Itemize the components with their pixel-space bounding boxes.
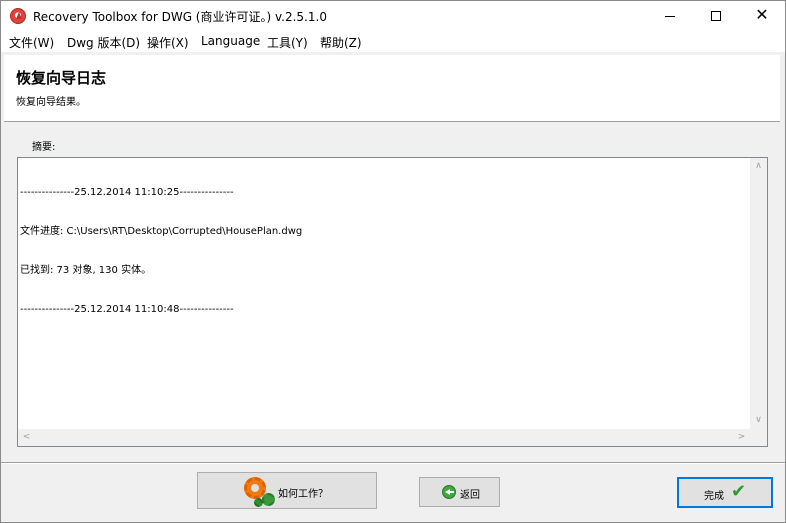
maximize-button[interactable]	[693, 1, 739, 31]
close-button[interactable]: ✕	[739, 1, 785, 31]
vertical-scrollbar[interactable]: ∧ ∨	[750, 158, 767, 429]
log-content: ---------------25.12.2014 11:10:25------…	[20, 160, 750, 342]
back-button[interactable]: 返回	[419, 477, 500, 507]
wizard-header: 恢复向导日志 恢复向导结果。	[4, 55, 780, 122]
summary-label: 摘要:	[32, 142, 56, 153]
scroll-up-icon[interactable]: ∧	[750, 158, 767, 175]
scroll-down-icon[interactable]: ∨	[750, 412, 767, 429]
scrollbar-corner	[750, 429, 767, 446]
how-it-works-label: 如何工作？	[278, 489, 328, 500]
log-line: ---------------25.12.2014 11:10:48------…	[20, 304, 234, 315]
how-it-works-button[interactable]: 如何工作？	[197, 472, 377, 509]
app-logo-icon	[10, 8, 26, 24]
maximize-icon	[711, 11, 721, 21]
log-line: 已找到: 73 对象, 130 实体。	[20, 265, 152, 276]
log-line: 文件进度: C:\Users\RT\Desktop\Corrupted\Hous…	[20, 226, 303, 237]
menu-file[interactable]: 文件(W)	[9, 34, 54, 51]
menu-language[interactable]: Language	[201, 34, 260, 48]
minimize-icon	[665, 16, 675, 17]
horizontal-scrollbar[interactable]: < >	[18, 429, 750, 446]
page-subtitle: 恢复向导结果。	[16, 97, 86, 108]
menu-dwg-version[interactable]: Dwg 版本(D)	[67, 34, 140, 51]
menu-operation[interactable]: 操作(X)	[147, 34, 189, 51]
done-button[interactable]: 完成 ✔	[677, 477, 773, 508]
application-window: Recovery Toolbox for DWG (商业许可证。) v.2.5.…	[0, 0, 786, 523]
menu-bar: 文件(W) Dwg 版本(D) 操作(X) Language 工具(Y) 帮助(…	[1, 31, 785, 52]
close-icon: ✕	[755, 5, 769, 24]
window-title: Recovery Toolbox for DWG (商业许可证。) v.2.5.…	[33, 10, 327, 24]
menu-help[interactable]: 帮助(Z)	[320, 34, 362, 51]
menu-tools[interactable]: 工具(Y)	[267, 34, 308, 51]
back-label: 返回	[460, 490, 480, 501]
page-title: 恢复向导日志	[16, 69, 107, 87]
log-line: ---------------25.12.2014 11:10:25------…	[20, 187, 234, 198]
checkmark-icon: ✔	[731, 481, 747, 502]
log-textarea[interactable]: ---------------25.12.2014 11:10:25------…	[17, 157, 768, 447]
back-arrow-icon	[442, 485, 456, 499]
title-bar[interactable]: Recovery Toolbox for DWG (商业许可证。) v.2.5.…	[1, 1, 785, 31]
minimize-button[interactable]	[647, 1, 693, 31]
scroll-right-icon[interactable]: >	[733, 429, 750, 446]
done-label: 完成	[704, 491, 724, 502]
green-gear-icon	[262, 493, 275, 506]
bottom-separator	[1, 462, 785, 464]
scroll-left-icon[interactable]: <	[18, 429, 35, 446]
